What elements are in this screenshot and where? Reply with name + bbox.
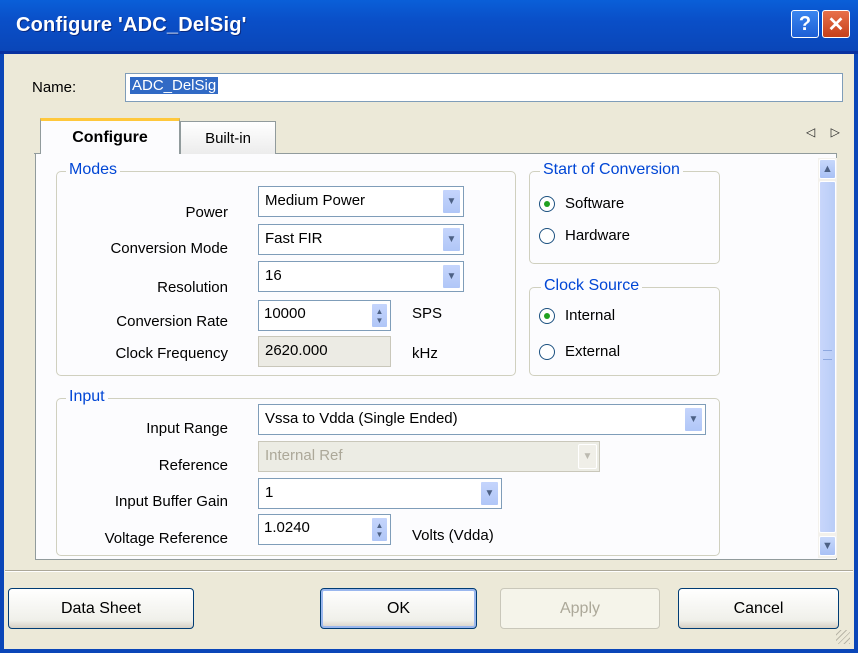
- cancel-button[interactable]: Cancel: [678, 588, 839, 629]
- resize-grip-icon[interactable]: [836, 630, 850, 644]
- spin-updown-icon[interactable]: ▲ ▼: [371, 517, 388, 542]
- start-of-conversion-legend: Start of Conversion: [540, 161, 683, 179]
- voltage-reference-stepper[interactable]: 1.0240 ▲ ▼: [258, 514, 391, 545]
- voltage-reference-label: Voltage Reference: [104, 530, 228, 547]
- input-legend: Input: [66, 388, 108, 406]
- radio-selected-icon[interactable]: [539, 195, 555, 212]
- input-buffer-gain-select[interactable]: 1 ▼: [258, 478, 502, 509]
- radio-unselected-icon[interactable]: [539, 227, 555, 244]
- window-title: Configure 'ADC_DelSig': [16, 14, 247, 36]
- power-select-value: Medium Power: [265, 192, 366, 209]
- radio-hardware-label: Hardware: [565, 227, 631, 244]
- close-button[interactable]: ✕: [822, 10, 850, 38]
- scroll-down-icon[interactable]: ▼: [819, 536, 836, 556]
- radio-external-label: External: [565, 343, 621, 360]
- clock-frequency-unit: kHz: [412, 345, 438, 362]
- conversion-rate-unit: SPS: [412, 305, 443, 322]
- radio-internal-label: Internal: [565, 307, 616, 324]
- scrollbar-grip-icon: [823, 350, 832, 360]
- input-range-label: Input Range: [146, 420, 228, 437]
- conversion-rate-value: 10000: [264, 305, 306, 322]
- clock-frequency-value: 2620.000: [265, 342, 328, 359]
- name-label: Name:: [32, 79, 77, 96]
- input-buffer-gain-label: Input Buffer Gain: [114, 493, 228, 510]
- chevron-down-icon: ▼: [578, 444, 597, 469]
- voltage-reference-value: 1.0240: [264, 519, 310, 536]
- conversion-mode-select-value: Fast FIR: [265, 230, 323, 247]
- conversion-rate-stepper[interactable]: 10000 ▲ ▼: [258, 300, 391, 331]
- power-select[interactable]: Medium Power ▼: [258, 186, 464, 217]
- tab-scroll-arrows-icon[interactable]: ◁ ▷: [806, 125, 846, 139]
- ok-button[interactable]: OK: [320, 588, 477, 629]
- tab-configure[interactable]: Configure: [40, 118, 180, 154]
- radio-external[interactable]: External: [539, 343, 620, 360]
- conversion-rate-label: Conversion Rate: [116, 313, 228, 330]
- apply-button: Apply: [500, 588, 660, 629]
- spin-updown-icon[interactable]: ▲ ▼: [371, 303, 388, 328]
- clock-frequency-field: 2620.000: [258, 336, 391, 367]
- window-frame-right: [854, 54, 858, 653]
- radio-software-label: Software: [565, 195, 625, 212]
- data-sheet-button[interactable]: Data Sheet: [8, 588, 194, 629]
- window-frame-left: [0, 54, 4, 653]
- resolution-select-value: 16: [265, 267, 282, 284]
- radio-unselected-icon[interactable]: [539, 343, 555, 360]
- reference-select: Internal Ref ▼: [258, 441, 600, 472]
- chevron-down-icon[interactable]: ▼: [684, 407, 703, 432]
- start-of-conversion-group: [529, 171, 720, 264]
- clock-frequency-label: Clock Frequency: [115, 345, 228, 362]
- reference-select-value: Internal Ref: [265, 447, 343, 464]
- modes-legend: Modes: [66, 161, 121, 179]
- clock-source-legend: Clock Source: [541, 277, 643, 295]
- radio-hardware[interactable]: Hardware: [539, 227, 630, 244]
- footer-divider-highlight: [5, 571, 853, 572]
- input-range-select[interactable]: Vssa to Vdda (Single Ended) ▼: [258, 404, 706, 435]
- chevron-down-icon[interactable]: ▼: [442, 264, 461, 289]
- resolution-select[interactable]: 16 ▼: [258, 261, 464, 292]
- chevron-down-icon[interactable]: ▼: [480, 481, 499, 506]
- power-label: Power: [185, 204, 228, 221]
- scroll-up-icon[interactable]: ▲: [819, 159, 836, 179]
- radio-software[interactable]: Software: [539, 195, 624, 212]
- help-icon: ?: [798, 12, 812, 35]
- help-button[interactable]: ?: [791, 10, 819, 38]
- clock-source-group: [529, 287, 720, 376]
- tab-built-in[interactable]: Built-in: [180, 121, 276, 154]
- window-frame-bottom: [0, 649, 858, 653]
- resolution-label: Resolution: [157, 279, 228, 296]
- reference-label: Reference: [158, 457, 228, 474]
- chevron-down-icon[interactable]: ▼: [442, 227, 461, 252]
- voltage-reference-unit: Volts (Vdda): [412, 527, 494, 544]
- conversion-mode-select[interactable]: Fast FIR ▼: [258, 224, 464, 255]
- close-icon: ✕: [827, 13, 845, 36]
- conversion-mode-label: Conversion Mode: [110, 240, 228, 257]
- input-range-select-value: Vssa to Vdda (Single Ended): [265, 410, 458, 427]
- radio-internal[interactable]: Internal: [539, 307, 615, 324]
- radio-selected-icon[interactable]: [539, 307, 555, 324]
- input-buffer-gain-select-value: 1: [265, 484, 274, 501]
- name-input[interactable]: ADC_DelSig: [125, 73, 843, 102]
- name-input-value: ADC_DelSig: [130, 77, 219, 94]
- chevron-down-icon[interactable]: ▼: [442, 189, 461, 214]
